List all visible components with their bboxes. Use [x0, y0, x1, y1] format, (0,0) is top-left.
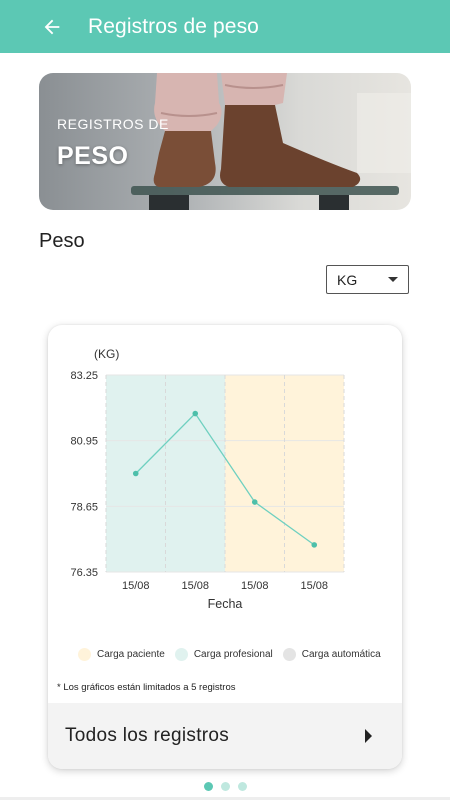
banner-subtitle: REGISTROS DE — [57, 116, 169, 132]
chart-xlabel: Fecha — [208, 597, 243, 611]
chart-card: 83.25 80.95 78.65 76.35 (KG) 15/08 15/08 15/08 1… — [48, 325, 402, 769]
legend-item: Carga paciente — [78, 648, 165, 661]
chart-point-1 — [192, 410, 199, 417]
chart-point-0 — [132, 470, 139, 477]
legend-label: Carga paciente — [97, 649, 165, 660]
legend-item: Carga automática — [282, 648, 381, 661]
page-indicator-dot[interactable] — [203, 782, 213, 791]
back-button[interactable] — [32, 7, 72, 47]
chart-ytick-label-2: 78.65 — [70, 501, 98, 513]
legend-label: Carga automática — [301, 649, 381, 660]
page-title: Registros de peso — [88, 14, 259, 38]
unit-dropdown[interactable]: KG — [326, 265, 409, 294]
legend-swatch — [78, 648, 91, 661]
arrow-left-icon — [44, 19, 60, 34]
banner-title: PESO — [57, 142, 129, 170]
chevron-right-icon — [365, 729, 372, 743]
chart-footnote: * Los gráficos están limitados a 5 regis… — [57, 682, 236, 693]
page-indicator-dot[interactable] — [237, 782, 247, 791]
chart-ytick-label-1: 80.95 — [70, 436, 98, 448]
legend-swatch — [174, 648, 188, 661]
page-indicator-dot[interactable] — [220, 782, 230, 791]
legend-swatch — [282, 648, 296, 661]
weight-chart: 83.25 80.95 78.65 76.35 (KG) 15/08 15/08 15/08 1… — [70, 347, 345, 611]
section-title: Peso — [39, 230, 85, 252]
all-records-button[interactable]: Todos los registros — [48, 703, 402, 769]
chart-xtick-label-0: 15/08 — [122, 580, 150, 592]
chart-xtick-label-2: 15/08 — [241, 580, 269, 592]
chart-ytick-label-0: 83.25 — [70, 370, 98, 382]
chart-legend: Carga paciente Carga profesional Carga aut… — [78, 648, 391, 661]
chart-xtick-label-1: 15/08 — [181, 580, 209, 592]
chart-ylabel: (KG) — [94, 347, 119, 361]
page-indicator — [0, 782, 450, 792]
legend-item: Carga profesional — [174, 648, 273, 661]
legend-label: Carga profesional — [193, 649, 273, 660]
weight-banner: REGISTROS DE PESO — [39, 73, 411, 210]
chart-point-2 — [251, 499, 258, 505]
chevron-down-icon — [388, 277, 398, 282]
app-bar: Registros de peso — [0, 0, 450, 53]
chart-point-3 — [311, 542, 318, 548]
unit-dropdown-value: KG — [337, 271, 358, 288]
all-records-label: Todos los registros — [65, 725, 230, 746]
chart-ytick-label-3: 76.35 — [70, 567, 98, 579]
chart-xtick-label-3: 15/08 — [300, 580, 328, 592]
